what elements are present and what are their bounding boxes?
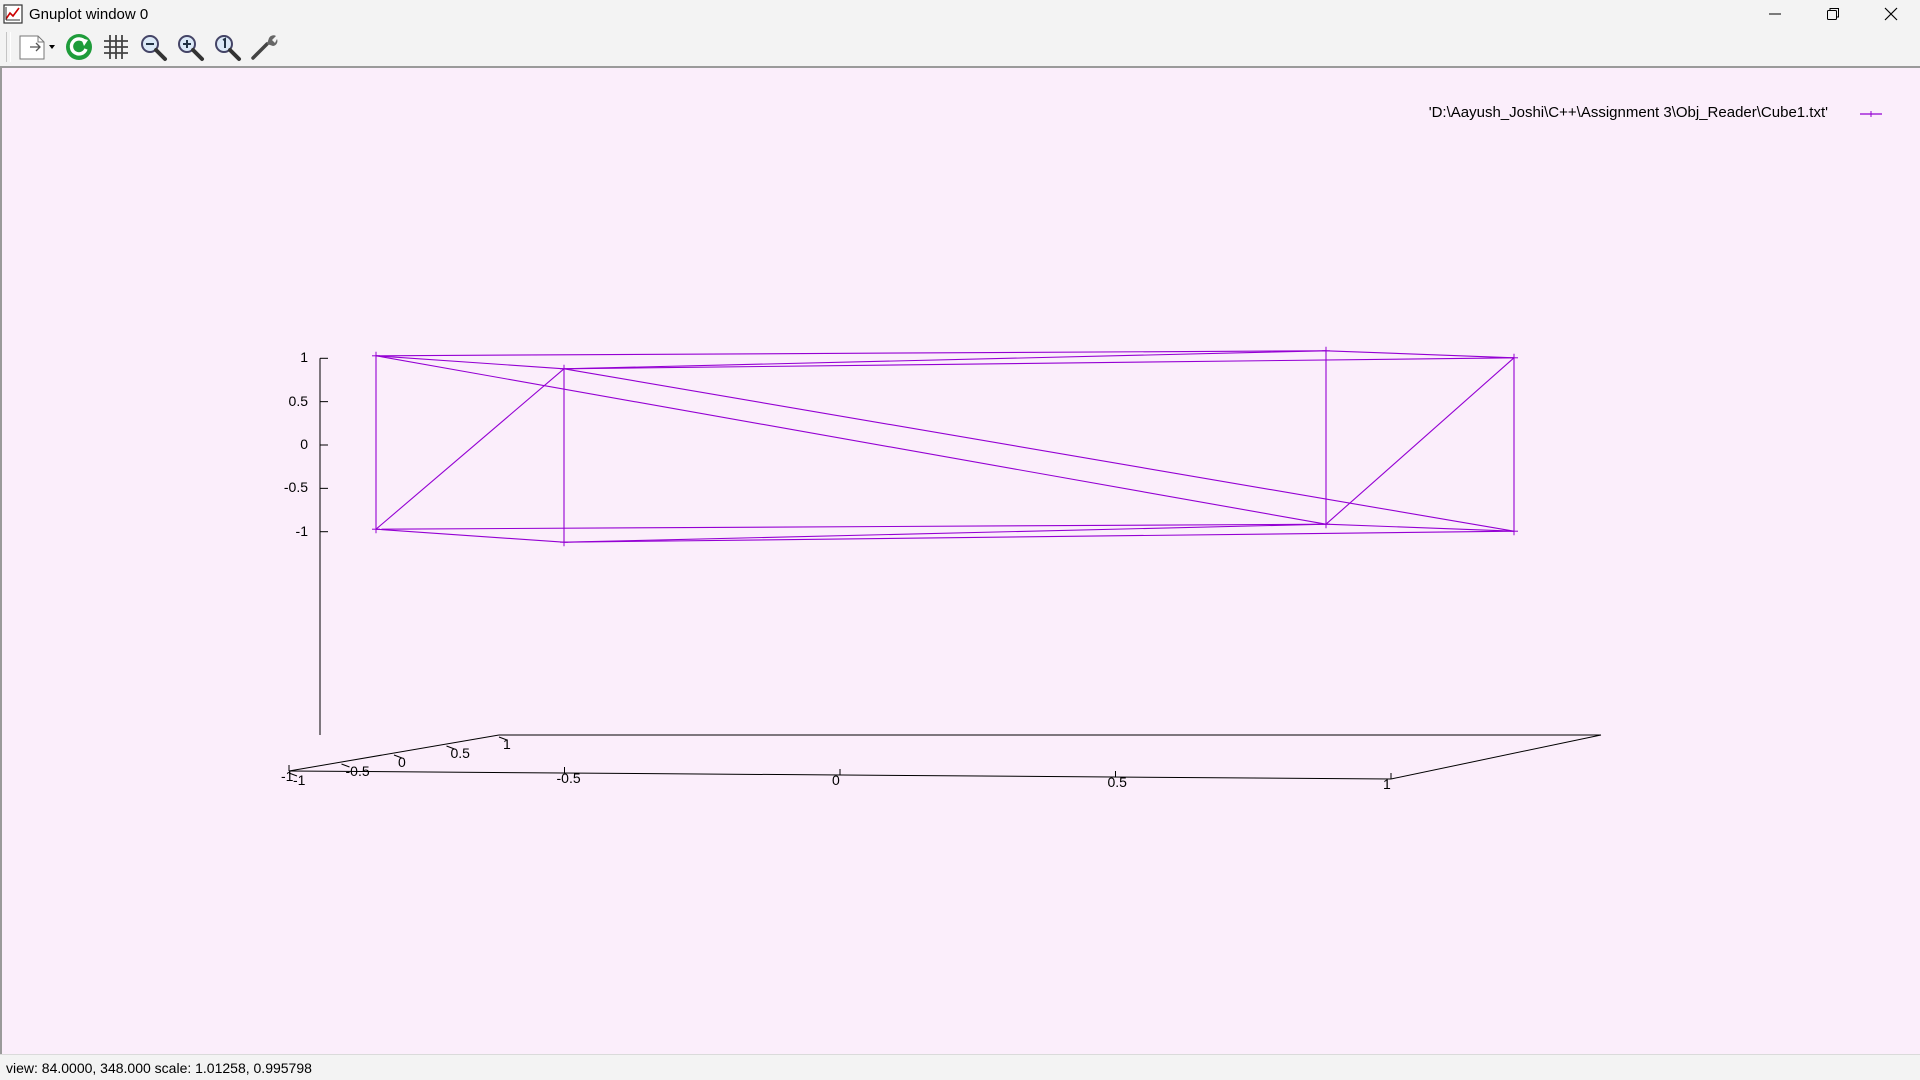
window-title: Gnuplot window 0 [29, 5, 149, 23]
x-tick-label: -1 [281, 768, 294, 784]
wire-edge [1325, 350, 1515, 359]
zoom-out-icon [141, 35, 167, 61]
title-bar: Gnuplot window 0 [0, 0, 1920, 28]
y-tick-label: 0 [398, 754, 406, 770]
wire-edge [375, 355, 1327, 525]
z-tick-label: 0 [300, 436, 308, 452]
wire-edge [375, 523, 1327, 530]
status-text: view: 84.0000, 348.000 scale: 1.01258, 0… [6, 1059, 312, 1076]
y-tick-label: -1 [293, 772, 306, 788]
z-tick-label: 1 [300, 349, 308, 366]
window-controls [1746, 0, 1920, 28]
z-tick-label: -0.5 [283, 479, 308, 496]
x-tick-label: 0.5 [1107, 774, 1127, 790]
minimize-button[interactable] [1746, 0, 1804, 28]
base-edge [1390, 734, 1602, 780]
print-menu-button[interactable] [16, 30, 58, 64]
wireframe [372, 346, 1518, 547]
wire-edge [563, 523, 1327, 543]
plot-area[interactable]: 'D:\Aayush_Joshi\C++\Assignment 3\Obj_Re… [0, 68, 1920, 1054]
y-tick-label: 0.5 [450, 745, 470, 761]
grid-button[interactable] [100, 30, 132, 64]
toolbar [0, 28, 1920, 68]
wire-edge [375, 528, 565, 543]
plot-canvas [288, 111, 1882, 780]
print-menu-icon [19, 35, 55, 60]
z-tick-label: 0.5 [288, 392, 308, 409]
wire-edge [1325, 523, 1515, 532]
toolbar-grip [6, 32, 11, 62]
wire-edge [563, 357, 1515, 370]
z-tick-label: -1 [295, 522, 308, 539]
wire-edge [563, 350, 1327, 370]
autoscale-button[interactable] [211, 30, 243, 64]
x-tick-label: -0.5 [556, 770, 581, 786]
minimize-icon [1769, 13, 1781, 15]
zoom-in-button[interactable] [174, 30, 206, 64]
legend-sample [1860, 111, 1882, 117]
wire-edge [375, 355, 565, 370]
replot-button[interactable] [63, 30, 95, 64]
wire-edge [563, 530, 1515, 543]
x-tick-label: 0 [832, 772, 840, 788]
grid-icon [104, 35, 128, 59]
wire-edge [1325, 357, 1515, 525]
status-bar: view: 84.0000, 348.000 scale: 1.01258, 0… [0, 1054, 1920, 1080]
axes [288, 357, 1602, 780]
options-button[interactable] [248, 30, 280, 64]
options-icon [251, 35, 278, 60]
wire-edge [563, 368, 1515, 532]
legend-label: 'D:\Aayush_Joshi\C++\Assignment 3\Obj_Re… [1428, 104, 1828, 121]
replot-icon [66, 34, 92, 60]
restore-icon [1827, 8, 1839, 20]
wire-edge [375, 368, 565, 530]
restore-button[interactable] [1804, 0, 1862, 28]
zoom-out-button[interactable] [137, 30, 169, 64]
zoom-in-icon [178, 35, 204, 61]
gnuplot-app-icon [3, 4, 23, 24]
close-button[interactable] [1862, 0, 1920, 28]
autoscale-icon [215, 35, 241, 61]
x-tick-label: 1 [1383, 776, 1391, 792]
y-tick-label: 1 [503, 736, 511, 752]
y-tick-label: -0.5 [345, 763, 370, 779]
wire-edge [375, 350, 1327, 357]
close-icon [1884, 7, 1898, 21]
